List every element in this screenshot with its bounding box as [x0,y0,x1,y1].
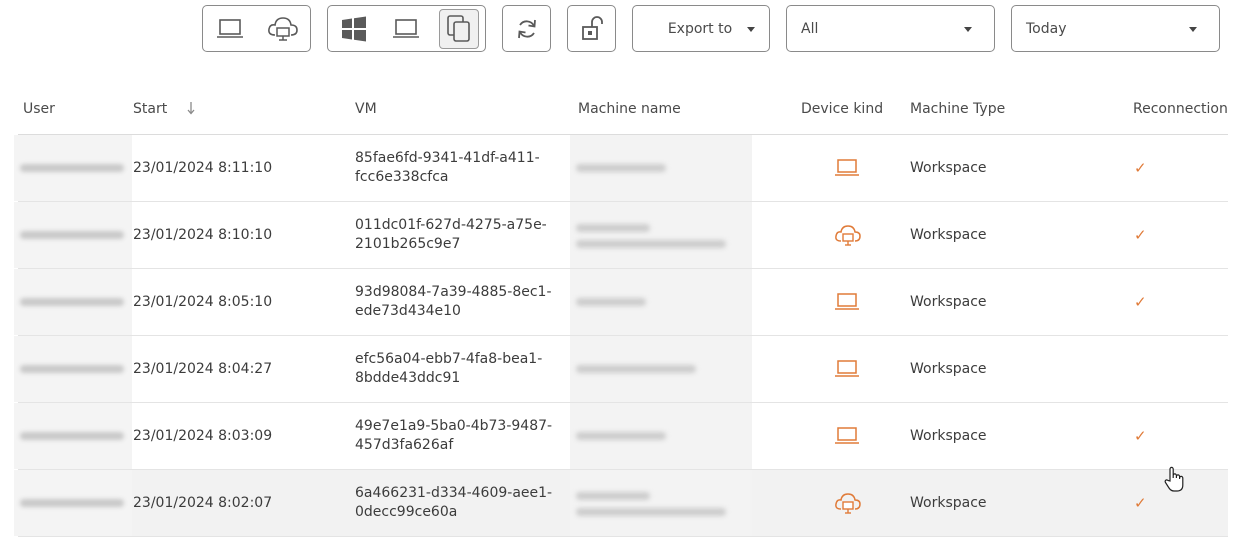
vm-id-line2: 457d3fa626af [355,437,454,453]
vm-cell: 93d98084-7a39-4885-8ec1- ede73d434e10 [355,283,552,321]
table-row[interactable]: 23/01/2024 8:10:10 011dc01f-627d-4275-a75… [14,202,1228,269]
vm-cell: 85fae6fd-9341-41df-a411- fcc6e338cfca [355,149,540,187]
vm-id-line2: 8bdde43ddc91 [355,370,461,386]
machine-type-cell: Workspace [910,495,987,511]
export-dropdown[interactable]: Export to [632,5,770,52]
vm-id-line2: ede73d434e10 [355,303,461,319]
table-row[interactable]: 23/01/2024 8:03:09 49e7e1a9-5ba0-4b73-948… [14,403,1228,470]
cloud-filter-button[interactable] [263,9,303,49]
laptop-icon [216,18,243,38]
cloud-desktop-icon [834,223,861,247]
start-cell: 23/01/2024 8:11:10 [133,160,273,176]
start-cell: 23/01/2024 8:02:07 [133,495,273,511]
column-header-start[interactable]: Start [133,101,196,117]
machine-name-cell-redacted [570,403,752,469]
unlock-button[interactable] [567,5,616,52]
machine-name-cell-redacted [570,336,752,402]
laptop-icon [834,290,860,314]
vm-id-line1: 49e7e1a9-5ba0-4b73-9487- [355,418,553,434]
user-cell-redacted [14,269,132,335]
vm-cell: 6a466231-d334-4609-aee1- 0decc99ce60a [355,484,552,522]
column-header-vm[interactable]: VM [355,101,377,117]
vm-id-line2: 2101b265c9e7 [355,236,461,252]
column-header-reconnection[interactable]: Reconnection [1133,101,1228,117]
period-dropdown[interactable]: Today [1011,5,1220,52]
column-header-start-label: Start [133,101,168,117]
laptop-icon [393,18,420,38]
column-header-device-kind[interactable]: Device kind [801,101,883,117]
machine-name-cell-redacted [570,202,752,268]
laptop-icon [834,424,860,448]
hand-cursor-icon [1164,466,1184,492]
machine-type-cell: Workspace [910,294,987,310]
reconnection-check-icon: ✓ [1134,226,1147,244]
user-cell-redacted [14,202,132,268]
filter-dropdown[interactable]: All [786,5,995,52]
filter-value: All [801,20,819,37]
machine-type-cell: Workspace [910,361,987,377]
laptop-icon [834,357,860,381]
machine-name-cell-redacted [570,269,752,335]
reconnection-check-icon: ✓ [1134,427,1147,445]
reconnection-check-icon: ✓ [1134,159,1147,177]
start-cell: 23/01/2024 8:03:09 [133,428,273,444]
start-cell: 23/01/2024 8:05:10 [133,294,273,310]
column-header-machine-name[interactable]: Machine name [578,101,681,117]
vm-id-line1: 93d98084-7a39-4885-8ec1- [355,284,552,300]
vm-cell: 49e7e1a9-5ba0-4b73-9487- 457d3fa626af [355,417,552,455]
reconnection-check-icon: ✓ [1134,494,1147,512]
period-value: Today [1026,20,1067,37]
copy-filter-button[interactable] [438,8,479,49]
sort-descending-icon [187,102,195,115]
export-label: Export to [667,20,733,37]
reconnection-check-icon: ✓ [1134,293,1147,311]
start-cell: 23/01/2024 8:04:27 [133,361,273,377]
machine-type-cell: Workspace [910,428,987,444]
machine-name-cell-redacted [570,470,752,536]
table-row[interactable]: 23/01/2024 8:11:10 85fae6fd-9341-41df-a41… [14,135,1228,202]
vm-cell: 011dc01f-627d-4275-a75e- 2101b265c9e7 [355,216,547,254]
laptop-icon [834,156,860,180]
vm-id-line2: 0decc99ce60a [355,504,458,520]
os-filter-group [327,5,486,52]
vm-id-line1: 6a466231-d334-4609-aee1- [355,485,553,501]
user-cell-redacted [14,403,132,469]
chevron-down-icon [964,27,972,32]
copy-icon [447,14,470,42]
vm-cell: efc56a04-ebb7-4fa8-bea1- 8bdde43ddc91 [355,350,542,388]
laptop-filter-button[interactable] [210,9,250,49]
chevron-down-icon [747,27,755,32]
column-header-machine-type[interactable]: Machine Type [910,101,1005,117]
machine-type-cell: Workspace [910,227,987,243]
cloud-desktop-icon [834,491,861,515]
start-cell: 23/01/2024 8:10:10 [133,227,273,243]
vm-id-line2: fcc6e338cfca [355,169,449,185]
table-row[interactable]: 23/01/2024 8:02:07 6a466231-d334-4609-aee… [14,470,1228,537]
windows-filter-button[interactable] [334,9,374,49]
chevron-down-icon [1189,27,1197,32]
vm-id-line1: 011dc01f-627d-4275-a75e- [355,217,547,233]
unlock-icon [581,15,603,40]
vm-id-line1: efc56a04-ebb7-4fa8-bea1- [355,351,543,367]
refresh-icon [517,19,536,38]
cloud-desktop-icon [268,16,299,41]
user-cell-redacted [14,470,132,536]
vm-id-line1: 85fae6fd-9341-41df-a411- [355,150,540,166]
column-header-user[interactable]: User [23,101,55,117]
table-row[interactable]: 23/01/2024 8:04:27 efc56a04-ebb7-4fa8-bea… [14,336,1228,403]
laptop-os-filter-button[interactable] [386,9,426,49]
machine-name-cell-redacted [570,135,752,201]
device-filter-group [202,5,311,52]
user-cell-redacted [14,336,132,402]
table-row[interactable]: 23/01/2024 8:05:10 93d98084-7a39-4885-8ec… [14,269,1228,336]
refresh-button[interactable] [502,5,551,52]
user-cell-redacted [14,135,132,201]
windows-icon [342,16,367,41]
machine-type-cell: Workspace [910,160,987,176]
